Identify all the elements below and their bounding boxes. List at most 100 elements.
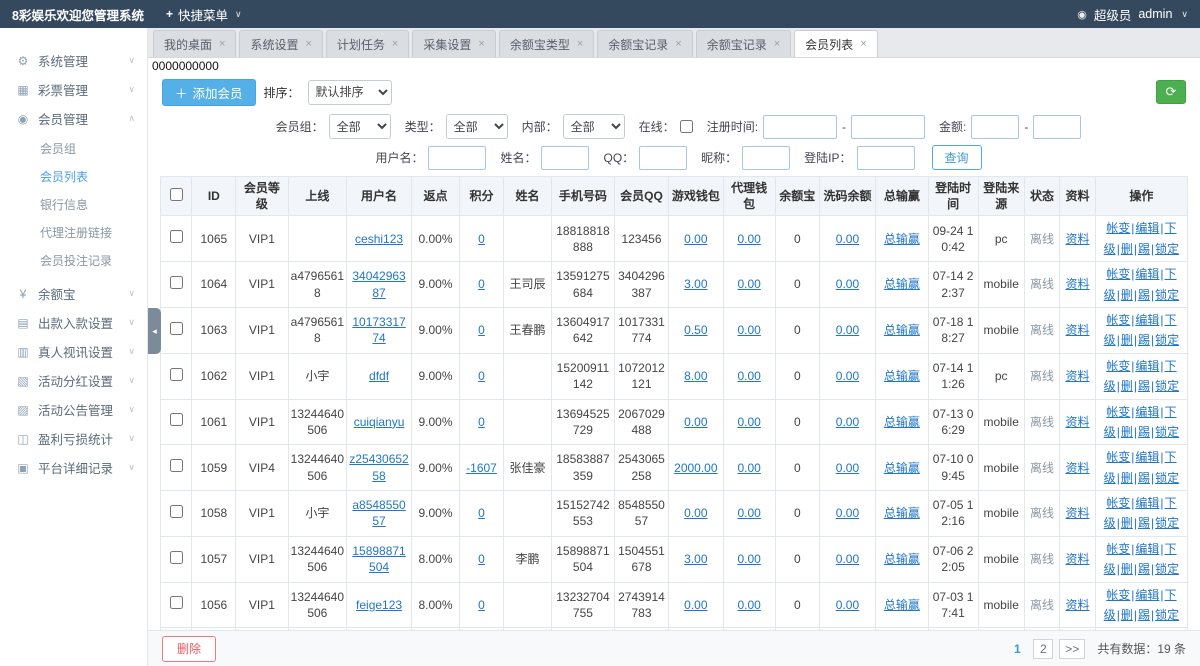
- action-delete-link[interactable]: 删: [1121, 471, 1133, 485]
- action-edit-link[interactable]: 编辑: [1135, 405, 1159, 419]
- tab-desktop[interactable]: 我的桌面×: [153, 30, 236, 57]
- action-lock-link[interactable]: 锁定: [1155, 608, 1179, 622]
- wash-balance-link[interactable]: 0.00: [836, 506, 859, 520]
- close-icon[interactable]: ×: [577, 38, 583, 50]
- group-select[interactable]: 全部: [329, 114, 391, 139]
- action-delete-link[interactable]: 删: [1121, 425, 1133, 439]
- wash-balance-link[interactable]: 0.00: [836, 598, 859, 612]
- tab-member-list[interactable]: 会员列表×: [794, 30, 877, 57]
- sidebar-subitem-agent-reg-link[interactable]: 代理注册链接: [0, 219, 147, 247]
- winloss-link[interactable]: 总输赢: [884, 506, 920, 520]
- profile-link[interactable]: 资料: [1066, 323, 1090, 337]
- profile-link[interactable]: 资料: [1066, 277, 1090, 291]
- action-lock-link[interactable]: 锁定: [1155, 425, 1179, 439]
- sidebar-item-payment-settings[interactable]: ▤出款入款设置∨: [0, 308, 147, 337]
- action-kick-link[interactable]: 踢: [1138, 562, 1150, 576]
- row-checkbox[interactable]: [170, 459, 183, 472]
- action-edit-link[interactable]: 编辑: [1135, 313, 1159, 327]
- points-link[interactable]: 0: [478, 415, 485, 429]
- close-icon[interactable]: ×: [675, 38, 681, 50]
- points-link[interactable]: 0: [478, 323, 485, 337]
- profile-link[interactable]: 资料: [1066, 506, 1090, 520]
- action-account-change-link[interactable]: 帐变: [1106, 313, 1130, 327]
- username-input[interactable]: [428, 146, 486, 170]
- action-kick-link[interactable]: 踢: [1138, 471, 1150, 485]
- select-all-checkbox[interactable]: [170, 188, 183, 201]
- sidebar-item-members[interactable]: ◉会员管理∧: [0, 104, 147, 133]
- tab-yuebao-records-2[interactable]: 余额宝记录×: [696, 30, 791, 57]
- add-member-button[interactable]: ＋ 添加会员: [162, 79, 256, 106]
- close-icon[interactable]: ×: [478, 38, 484, 50]
- sidebar-subitem-bank-info[interactable]: 银行信息: [0, 191, 147, 219]
- sidebar-item-profit-stats[interactable]: ◫盈利亏损统计∨: [0, 424, 147, 453]
- username-link[interactable]: 3404296387: [352, 269, 405, 299]
- game-wallet-link[interactable]: 0.00: [684, 232, 707, 246]
- action-delete-link[interactable]: 删: [1121, 562, 1133, 576]
- wash-balance-link[interactable]: 0.00: [836, 461, 859, 475]
- amount-max-input[interactable]: [1033, 115, 1081, 139]
- close-icon[interactable]: ×: [860, 38, 866, 50]
- game-wallet-link[interactable]: 0.00: [684, 506, 707, 520]
- wash-balance-link[interactable]: 0.00: [836, 277, 859, 291]
- row-checkbox[interactable]: [170, 322, 183, 335]
- refresh-button[interactable]: ⟳: [1156, 80, 1186, 104]
- tab-scheduled-tasks[interactable]: 计划任务×: [326, 30, 409, 57]
- winloss-link[interactable]: 总输赢: [884, 232, 920, 246]
- sidebar-item-yuebao[interactable]: ¥余额宝∨: [0, 279, 147, 308]
- action-delete-link[interactable]: 删: [1121, 242, 1133, 256]
- sidebar-item-platform-records[interactable]: ▣平台详细记录∨: [0, 453, 147, 482]
- username-link[interactable]: ceshi123: [355, 232, 403, 246]
- agent-wallet-link[interactable]: 0.00: [738, 552, 761, 566]
- action-lock-link[interactable]: 锁定: [1155, 471, 1179, 485]
- name-input[interactable]: [541, 146, 589, 170]
- game-wallet-link[interactable]: 0.00: [684, 415, 707, 429]
- points-link[interactable]: -1607: [466, 461, 497, 475]
- regtime-end-input[interactable]: [851, 115, 925, 139]
- profile-link[interactable]: 资料: [1066, 415, 1090, 429]
- tab-yuebao-type[interactable]: 余额宝类型×: [499, 30, 594, 57]
- profile-link[interactable]: 资料: [1066, 598, 1090, 612]
- nick-input[interactable]: [742, 146, 790, 170]
- winloss-link[interactable]: 总输赢: [884, 598, 920, 612]
- row-checkbox[interactable]: [170, 596, 183, 609]
- sidebar-item-announcement[interactable]: ▨活动公告管理∨: [0, 395, 147, 424]
- agent-wallet-link[interactable]: 0.00: [738, 598, 761, 612]
- qq-input[interactable]: [639, 146, 687, 170]
- action-edit-link[interactable]: 编辑: [1135, 450, 1159, 464]
- close-icon[interactable]: ×: [392, 38, 398, 50]
- profile-link[interactable]: 资料: [1066, 369, 1090, 383]
- row-checkbox[interactable]: [170, 413, 183, 426]
- username-link[interactable]: z2543065258: [349, 452, 408, 482]
- action-kick-link[interactable]: 踢: [1138, 425, 1150, 439]
- search-button[interactable]: 查询: [932, 145, 982, 170]
- profile-link[interactable]: 资料: [1066, 232, 1090, 246]
- row-checkbox[interactable]: [170, 276, 183, 289]
- tab-collection-settings[interactable]: 采集设置×: [412, 30, 495, 57]
- action-delete-link[interactable]: 删: [1121, 516, 1133, 530]
- username-link[interactable]: 15898871504: [352, 544, 405, 574]
- close-icon[interactable]: ×: [774, 38, 780, 50]
- action-kick-link[interactable]: 踢: [1138, 288, 1150, 302]
- page-next[interactable]: >>: [1059, 639, 1085, 659]
- game-wallet-link[interactable]: 0.50: [684, 323, 707, 337]
- winloss-link[interactable]: 总输赢: [884, 277, 920, 291]
- game-wallet-link[interactable]: 3.00: [684, 552, 707, 566]
- sidebar-item-live-video[interactable]: ▥真人视讯设置∨: [0, 337, 147, 366]
- action-edit-link[interactable]: 编辑: [1135, 359, 1159, 373]
- username-link[interactable]: cuiqianyu: [354, 415, 405, 429]
- profile-link[interactable]: 资料: [1066, 461, 1090, 475]
- wash-balance-link[interactable]: 0.00: [836, 552, 859, 566]
- online-checkbox[interactable]: [680, 120, 693, 133]
- sidebar-item-dividend[interactable]: ▧活动分红设置∨: [0, 366, 147, 395]
- action-kick-link[interactable]: 踢: [1138, 333, 1150, 347]
- row-checkbox[interactable]: [170, 368, 183, 381]
- action-kick-link[interactable]: 踢: [1138, 379, 1150, 393]
- action-lock-link[interactable]: 锁定: [1155, 288, 1179, 302]
- action-account-change-link[interactable]: 帐变: [1106, 588, 1130, 602]
- row-checkbox[interactable]: [170, 230, 183, 243]
- points-link[interactable]: 0: [478, 369, 485, 383]
- internal-select[interactable]: 全部: [563, 114, 625, 139]
- action-account-change-link[interactable]: 帐变: [1106, 450, 1130, 464]
- sidebar-item-system[interactable]: ⚙系统管理∨: [0, 46, 147, 75]
- action-delete-link[interactable]: 删: [1121, 333, 1133, 347]
